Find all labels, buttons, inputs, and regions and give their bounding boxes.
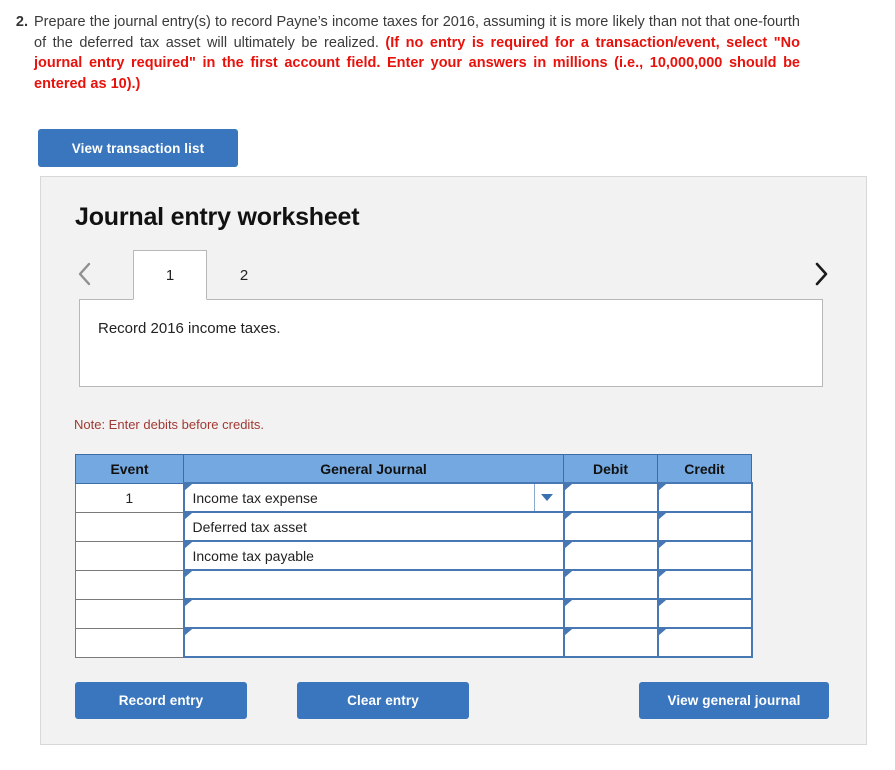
question-text: Prepare the journal entry(s) to record P…	[34, 12, 800, 94]
account-input-cell[interactable]	[182, 569, 565, 600]
debit-input-cell[interactable]	[562, 540, 659, 571]
account-input-cell[interactable]: Income tax expense	[182, 482, 565, 513]
account-value: Income tax expense	[192, 489, 318, 506]
event-cell	[75, 569, 184, 600]
account-dropdown-arrow-icon[interactable]	[533, 484, 559, 511]
column-header-general-journal: General Journal	[183, 454, 564, 484]
record-entry-button[interactable]: Record entry	[75, 682, 247, 719]
cell-caret-icon	[184, 484, 192, 496]
debits-before-credits-note: Note: Enter debits before credits.	[74, 417, 265, 432]
credit-input-cell[interactable]	[656, 511, 753, 542]
cell-caret-icon	[184, 600, 192, 612]
cell-caret-icon	[184, 629, 192, 641]
cell-caret-icon	[564, 571, 572, 583]
account-input-cell[interactable]: Income tax payable	[182, 540, 565, 571]
transaction-description-box: Record 2016 income taxes.	[79, 299, 823, 387]
chevron-right-icon[interactable]	[807, 259, 835, 289]
panel-title: Journal entry worksheet	[75, 203, 360, 231]
debit-input-cell[interactable]	[562, 482, 659, 513]
table-row: Deferred tax asset	[75, 511, 753, 542]
column-header-event: Event	[75, 454, 184, 484]
credit-input-cell[interactable]	[656, 569, 753, 600]
cell-caret-icon	[658, 600, 666, 612]
cell-caret-icon	[658, 629, 666, 641]
event-cell	[75, 627, 184, 658]
table-row	[75, 627, 753, 658]
view-transaction-list-button[interactable]: View transaction list	[38, 129, 238, 167]
cell-caret-icon	[564, 629, 572, 641]
column-header-debit: Debit	[563, 454, 658, 484]
transaction-description-text: Record 2016 income taxes.	[98, 320, 281, 337]
debit-input-cell[interactable]	[562, 598, 659, 629]
table-row: Income tax payable	[75, 540, 753, 571]
cell-caret-icon	[184, 513, 192, 525]
cell-caret-icon	[564, 484, 572, 496]
account-input-cell[interactable]	[182, 598, 565, 629]
table-header-row: Event General Journal Debit Credit	[75, 454, 752, 484]
cell-caret-icon	[184, 542, 192, 554]
cell-caret-icon	[658, 513, 666, 525]
account-value: Income tax payable	[192, 547, 314, 564]
worksheet-tabs-row: 1 2	[41, 249, 868, 300]
view-general-journal-button[interactable]: View general journal	[639, 682, 829, 719]
table-body: 1 Income tax expense Deferred tax asset …	[75, 482, 753, 658]
table-row	[75, 569, 753, 600]
credit-input-cell[interactable]	[656, 482, 753, 513]
column-header-credit: Credit	[657, 454, 752, 484]
credit-input-cell[interactable]	[656, 598, 753, 629]
clear-entry-button[interactable]: Clear entry	[297, 682, 469, 719]
debit-input-cell[interactable]	[562, 569, 659, 600]
tab-2[interactable]: 2	[207, 250, 281, 300]
question-block: 2. Prepare the journal entry(s) to recor…	[0, 12, 800, 94]
chevron-left-icon[interactable]	[71, 259, 99, 289]
worksheet-tabs: 1 2	[133, 249, 281, 300]
page-root: 2. Prepare the journal entry(s) to recor…	[0, 0, 895, 770]
cell-caret-icon	[564, 542, 572, 554]
cell-caret-icon	[184, 571, 192, 583]
account-input-cell[interactable]	[182, 627, 565, 658]
account-input-cell[interactable]: Deferred tax asset	[182, 511, 565, 542]
journal-entry-table: Event General Journal Debit Credit 1 Inc…	[75, 454, 753, 658]
question-number: 2.	[15, 14, 28, 30]
event-cell	[75, 598, 184, 629]
table-row: 1 Income tax expense	[75, 482, 753, 513]
credit-input-cell[interactable]	[656, 627, 753, 658]
event-cell: 1	[75, 482, 184, 513]
cell-caret-icon	[564, 600, 572, 612]
cell-caret-icon	[564, 513, 572, 525]
debit-input-cell[interactable]	[562, 627, 659, 658]
cell-caret-icon	[658, 484, 666, 496]
journal-entry-worksheet-panel: Journal entry worksheet 1 2 Record 2016 …	[40, 176, 867, 745]
table-row	[75, 598, 753, 629]
event-cell	[75, 540, 184, 571]
tab-1[interactable]: 1	[133, 250, 207, 300]
credit-input-cell[interactable]	[656, 540, 753, 571]
account-value: Deferred tax asset	[192, 518, 307, 535]
debit-input-cell[interactable]	[562, 511, 659, 542]
event-cell	[75, 511, 184, 542]
cell-caret-icon	[658, 571, 666, 583]
cell-caret-icon	[658, 542, 666, 554]
